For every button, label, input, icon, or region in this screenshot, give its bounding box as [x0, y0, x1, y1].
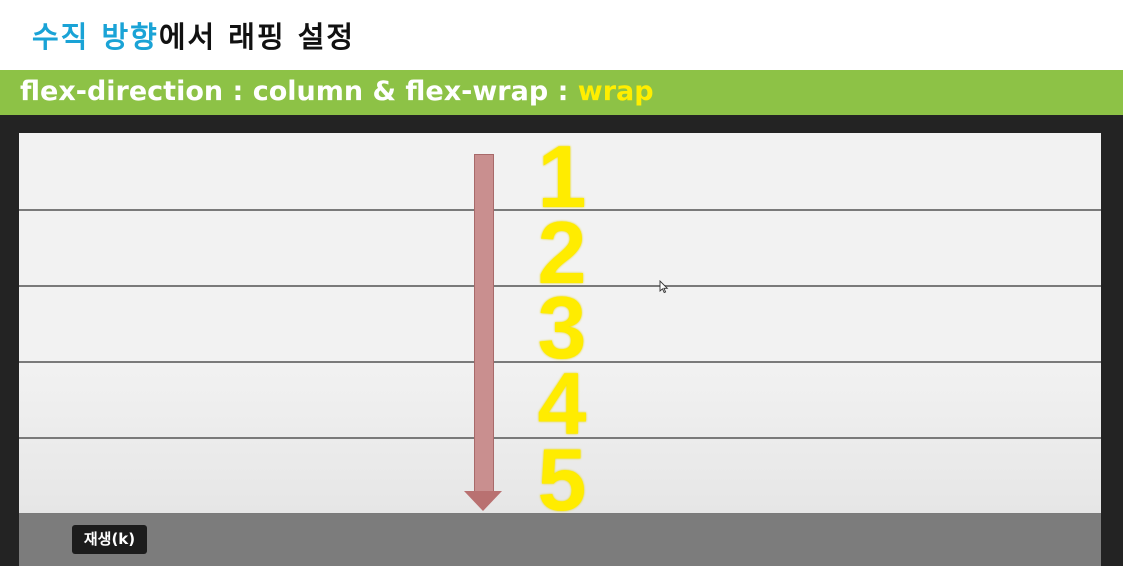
- cursor-icon: [659, 280, 669, 294]
- slide-title: 수직 방향에서 래핑 설정: [32, 14, 355, 56]
- subtitle-banner: flex-direction : column & flex-wrap : wr…: [0, 70, 1123, 115]
- subtitle-code: flex-direction : column & flex-wrap :: [20, 76, 578, 107]
- slide-title-highlight: 수직 방향: [32, 20, 159, 54]
- slide-title-rest: 에서 래핑 설정: [158, 20, 356, 54]
- subtitle-wrap-value: wrap: [577, 76, 654, 107]
- play-tooltip: 재생(k): [72, 525, 147, 554]
- arrow-down-icon-head: [464, 491, 502, 511]
- flex-item-number: 5: [537, 430, 587, 529]
- subtitle-text: flex-direction : column & flex-wrap : wr…: [20, 76, 654, 107]
- demo-panel[interactable]: 1 2 3 4 5: [19, 133, 1101, 566]
- arrow-down-icon: [474, 154, 494, 494]
